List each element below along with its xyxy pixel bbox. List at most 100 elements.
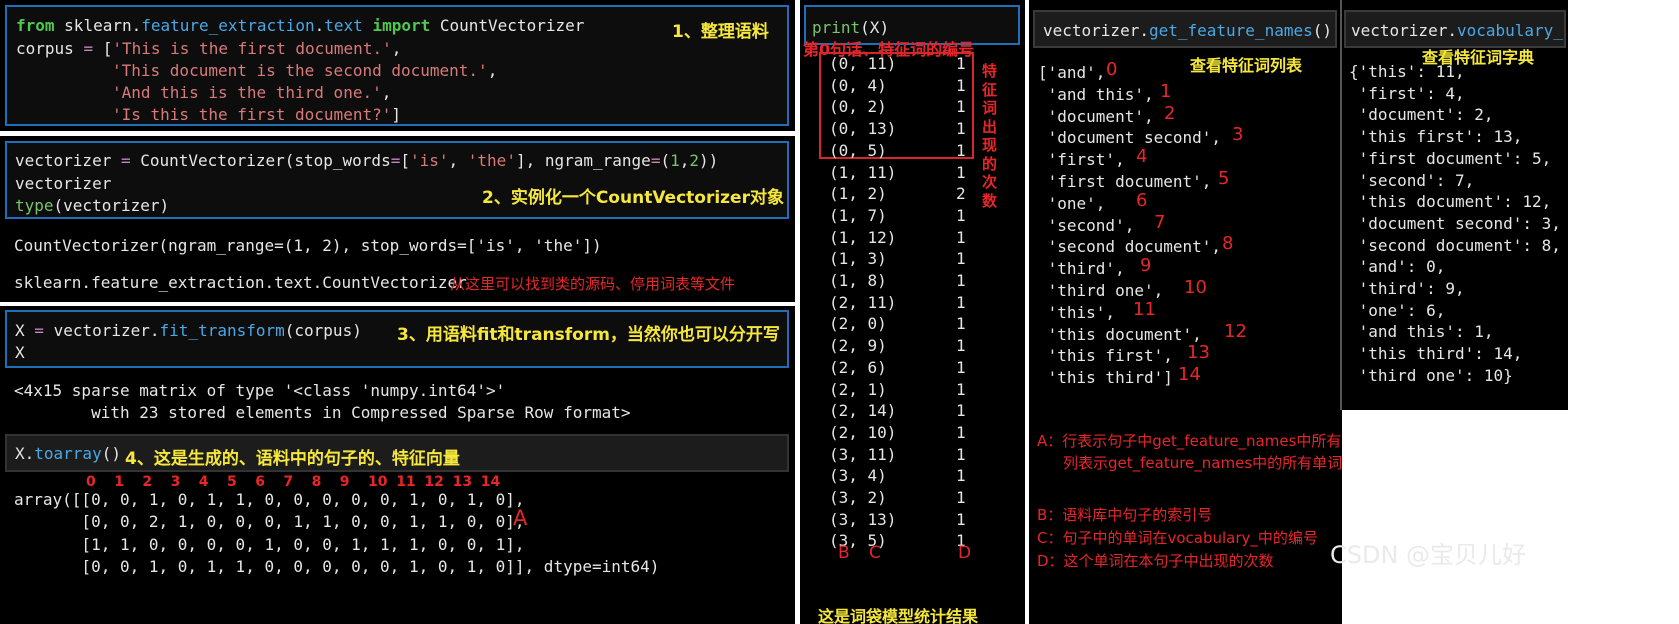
vocab-entry: 'second': 7, <box>1349 170 1475 190</box>
sparse-count: 1 <box>956 205 966 225</box>
feature-name: ['and', <box>1038 63 1106 82</box>
sparse-index: (3, 4) <box>829 466 887 486</box>
explain-c: C：句子中的单词在vocabulary_中的编号 <box>1037 529 1318 547</box>
sparse-index: (3, 11) <box>829 444 897 464</box>
vocab-entry: 'first document': 5, <box>1349 148 1552 168</box>
annotation-char: 征 <box>982 80 998 99</box>
sparse-count: 1 <box>956 401 966 421</box>
explain-d: D：这个单词在本句子中出现的次数 <box>1037 552 1274 570</box>
feature-name: 'document second', <box>1038 128 1222 148</box>
sparse-count: 1 <box>956 466 966 486</box>
annotation-step2: 2、实例化一个CountVectorizer对象 <box>482 188 784 208</box>
feature-index-label: 11 <box>1133 298 1156 320</box>
panel-print-x: print(X) 第0句话、特征词的编号 (0, 11) 1 (0, 4) 1 (0, … <box>800 0 1025 624</box>
feature-index-label: 7 <box>1154 211 1166 233</box>
feature-index-label: 13 <box>1187 342 1210 364</box>
sparse-index: (0, 4) <box>829 75 887 95</box>
sparse-count: 1 <box>956 97 966 117</box>
output-sparse-2: with 23 stored elements in Compressed Sp… <box>14 403 631 422</box>
panel-corpus: from sklearn.feature_extraction.text imp… <box>0 0 795 131</box>
sparse-index: (2, 10) <box>829 422 897 442</box>
label-c: C <box>869 543 881 563</box>
vocab-entry: 'this third': 14, <box>1349 344 1523 364</box>
sparse-index: (0, 13) <box>829 119 897 139</box>
code-line-corpus-2: 'This document is the second document.', <box>112 61 498 80</box>
code-line-corpus-1: corpus = ['This is the first document.', <box>16 39 402 58</box>
feature-index-label: 4 <box>1136 146 1148 168</box>
sparse-index: (2, 11) <box>829 292 897 312</box>
feature-index-label: 8 <box>1222 233 1234 255</box>
label-d: D <box>958 543 972 563</box>
sparse-count: 1 <box>956 75 966 95</box>
feature-name: 'first', <box>1038 150 1125 170</box>
sparse-index: (1, 11) <box>829 162 897 182</box>
code-cell-toarray[interactable]: X.toarray() 4、这是生成的、语料中的句子的、特征向量 <box>5 434 789 472</box>
feature-index-label: 10 <box>1184 277 1207 298</box>
vocab-entry: 'second document': 8, <box>1349 235 1561 255</box>
feature-index-label: 14 <box>1178 364 1201 386</box>
sparse-count: 1 <box>956 509 966 529</box>
sparse-count: 1 <box>956 379 966 399</box>
code-cell-corpus[interactable]: from sklearn.feature_extraction.text imp… <box>5 5 789 126</box>
feature-name: 'document', <box>1038 106 1154 126</box>
sparse-index: (3, 2) <box>829 488 887 507</box>
code-line-get-feature-names: vectorizer.get_feature_names() <box>1043 21 1332 40</box>
sparse-index: (1, 3) <box>829 249 887 269</box>
explain-a-line2: 列表示get_feature_names中的所有单词 <box>1063 454 1342 472</box>
sparse-count: 1 <box>956 444 966 464</box>
annotation-step1: 1、整理语料 <box>672 22 769 42</box>
sparse-index: (0, 11) <box>829 54 897 73</box>
code-cell-get-feature-names[interactable]: vectorizer.get_feature_names() <box>1033 10 1337 48</box>
feature-name: 'this first', <box>1038 346 1173 366</box>
code-line-vocabulary: vectorizer.vocabulary_ <box>1351 21 1563 40</box>
vocab-entry: 'and this': 1, <box>1349 322 1494 342</box>
sparse-index: (2, 1) <box>829 379 887 399</box>
keyword-from: from <box>16 16 55 35</box>
sparse-count: 1 <box>956 119 966 139</box>
explain-b: B：语料库中句子的索引号 <box>1037 506 1213 524</box>
array-line-0: array([[0, 0, 1, 0, 1, 1, 0, 0, 0, 0, 0,… <box>14 490 525 509</box>
code-cell-fit-transform[interactable]: X = vectorizer.fit_transform(corpus) X 3… <box>5 310 789 368</box>
annotation-char: 出 <box>982 117 998 136</box>
feature-index-label: 6 <box>1136 189 1148 211</box>
code-line-fit-transform: X = vectorizer.fit_transform(corpus) <box>15 321 362 340</box>
vocab-entry: 'and': 0, <box>1349 257 1446 277</box>
feature-index-label: 3 <box>1232 124 1244 146</box>
annotation-char: 词 <box>982 99 998 117</box>
sparse-count: 2 <box>956 184 966 204</box>
sparse-index: (1, 7) <box>829 205 887 225</box>
annotation-count-vertical: 特征词出现的次数 <box>982 62 1002 210</box>
sparse-index: (2, 6) <box>829 357 887 377</box>
sparse-count: 1 <box>956 336 966 356</box>
sparse-count: 1 <box>956 292 966 312</box>
vocab-entry: 'one': 6, <box>1349 300 1446 320</box>
annotation-char: 特 <box>982 62 998 80</box>
code-line-type: type(vectorizer) <box>15 196 170 215</box>
label-b: B <box>838 543 850 563</box>
output-vectorizer-repr: CountVectorizer(ngram_range=(1, 2), stop… <box>14 236 602 255</box>
code-cell-vocabulary[interactable]: vectorizer.vocabulary_ <box>1344 10 1566 48</box>
sparse-index: (3, 13) <box>829 509 897 529</box>
annotation-bow-result: 这是词袋模型统计结果 <box>818 607 979 624</box>
annotation-step4: 4、这是生成的、语料中的句子的、特征向量 <box>125 449 460 469</box>
annotation-source-hint: 从这里可以找到类的源码、停用词表等文件 <box>450 275 736 293</box>
annotation-char: 的 <box>982 154 998 173</box>
sparse-count: 1 <box>956 488 966 507</box>
panel-vocabulary: vectorizer.vocabulary_ 查看特征词字典 {'this': … <box>1342 0 1568 410</box>
vocab-entry: 'document second': 3, <box>1349 213 1561 233</box>
panel-instantiate: vectorizer = CountVectorizer(stop_words=… <box>0 136 795 302</box>
vocab-entry: 'first': 4, <box>1349 83 1465 103</box>
feature-name: 'first document', <box>1038 172 1212 191</box>
code-line-corpus-3: 'And this is the third one.', <box>112 83 392 102</box>
code-line-toarray: X.toarray() <box>15 444 121 463</box>
label-a: A <box>513 506 528 530</box>
code-cell-instantiate[interactable]: vectorizer = CountVectorizer(stop_words=… <box>5 141 789 219</box>
annotation-char: 次 <box>982 173 998 191</box>
feature-name: 'this document', <box>1038 324 1202 344</box>
sparse-count: 1 <box>956 227 966 247</box>
annotation-char: 数 <box>982 191 998 210</box>
code-line-vectorizer: vectorizer <box>15 174 112 193</box>
feature-name: 'second', <box>1038 215 1135 235</box>
feature-index-label: 0 <box>1106 59 1118 80</box>
sparse-index: (1, 8) <box>829 271 887 290</box>
